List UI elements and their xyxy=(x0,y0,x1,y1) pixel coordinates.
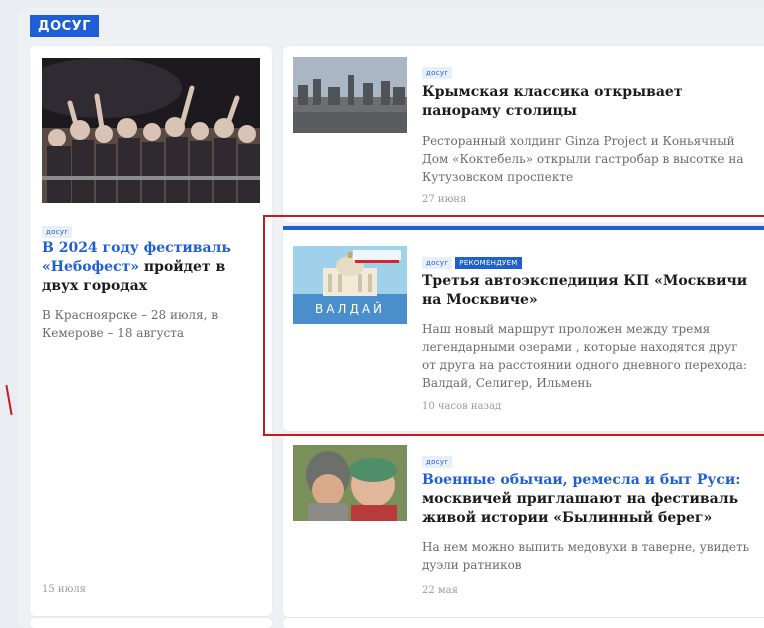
article-date: 27 июня xyxy=(422,194,467,205)
recommended-badge[interactable]: РЕКОМЕНДУЕМ xyxy=(455,257,522,269)
article-card-highlighted[interactable]: ВАЛДАЙ досуг РЕКОМЕНДУЕМ Третья автоэкспе… xyxy=(283,226,764,431)
article-card[interactable]: досуг Крымская классика открывает панора… xyxy=(283,46,764,222)
article-date: 22 мая xyxy=(422,585,458,596)
valdai-illustration[interactable]: ВАЛДАЙ xyxy=(293,246,407,324)
category-tag[interactable]: досуг xyxy=(422,456,453,468)
festival-crowd-photo[interactable] xyxy=(42,58,260,203)
article-description: В Красноярске – 28 июля, в Кемерове – 18… xyxy=(42,308,219,340)
article-title-link[interactable]: Военные обычаи, ремесла и быт Руси: xyxy=(422,472,740,488)
article-description: На нем можно выпить медовухи в таверне, … xyxy=(422,540,750,572)
article-card-featured[interactable]: досуг В 2024 году фестиваль «Небофест» п… xyxy=(30,46,272,616)
article-title[interactable]: Военные обычаи, ремесла и быт Руси: моск… xyxy=(422,471,764,528)
article-title[interactable]: Третья автоэкспедиция КП «Москвичи на Мо… xyxy=(422,272,752,310)
article-title[interactable]: Крымская классика открывает панораму сто… xyxy=(422,83,752,121)
article-description: Ресторанный холдинг Ginza Project и Конь… xyxy=(422,134,744,184)
section-label[interactable]: ДОСУГ xyxy=(30,15,99,37)
category-tag[interactable]: досуг xyxy=(422,257,453,269)
annotation-mark xyxy=(5,385,13,415)
moscow-panorama-photo[interactable] xyxy=(293,57,407,133)
next-card-edge xyxy=(30,618,272,628)
article-title-rest: москвичей приглашают на фестиваль живой … xyxy=(422,491,739,526)
reenactors-photo[interactable] xyxy=(293,445,407,521)
article-title[interactable]: В 2024 году фестиваль «Небофест» пройдет… xyxy=(42,239,252,296)
article-date: 10 часов назад xyxy=(422,401,502,412)
article-description: Наш новый маршрут проложен между тремя л… xyxy=(422,322,747,390)
article-date: 15 июля xyxy=(42,584,86,595)
accent-bar xyxy=(283,226,764,230)
next-card-edge xyxy=(283,618,764,628)
category-tag[interactable]: досуг xyxy=(422,67,453,79)
category-tag[interactable]: досуг xyxy=(42,226,73,238)
image-caption: ВАЛДАЙ xyxy=(314,302,386,316)
article-card[interactable]: досуг Военные обычаи, ремесла и быт Руси… xyxy=(283,435,764,617)
